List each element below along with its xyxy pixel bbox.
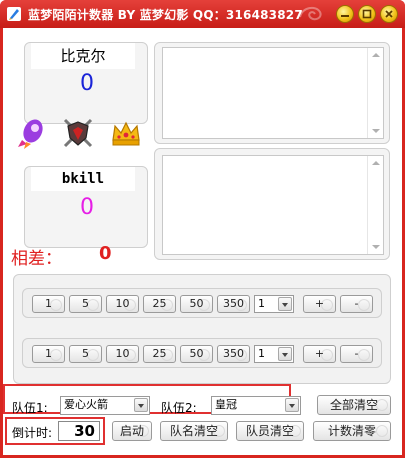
clear-members-button[interactable]: 队员清空: [236, 421, 304, 441]
row1-multiplier-select[interactable]: 1: [254, 295, 294, 313]
team2-score: 0: [80, 195, 94, 220]
rocket-icon[interactable]: [14, 116, 48, 150]
team1-gift-select[interactable]: 爱心火箭: [60, 396, 150, 415]
row1-add-1-button[interactable]: 1: [32, 295, 65, 313]
row2-add-5-button[interactable]: 5: [69, 345, 102, 363]
chevron-down-icon: [278, 347, 292, 361]
team1-score: 0: [80, 71, 94, 96]
shield-swords-icon[interactable]: [61, 116, 95, 150]
app-window: 蓝梦陌陌计数器 BY 蓝梦幻影 QQ：316483827 比克尔 0 bkill…: [0, 0, 405, 458]
clear-all-button[interactable]: 全部清空: [317, 395, 391, 415]
countdown-label: 倒计时:: [12, 426, 53, 440]
row1-add-25-button[interactable]: 25: [143, 295, 176, 313]
row1-minus-button[interactable]: -: [340, 295, 373, 313]
start-button[interactable]: 启动: [112, 421, 152, 441]
close-icon: [385, 10, 393, 18]
row2-plus-button[interactable]: +: [303, 345, 336, 363]
clear-team-names-button[interactable]: 队名清空: [160, 421, 228, 441]
team1-member-list[interactable]: [162, 47, 384, 139]
row2-add-350-button[interactable]: 350: [217, 345, 250, 363]
crown-icon[interactable]: [109, 116, 143, 150]
team2-list-scrollbar[interactable]: [367, 156, 383, 254]
swirl-ornament-icon: [299, 6, 322, 21]
team2-name: bkill: [31, 167, 135, 191]
team1-list-scrollbar[interactable]: [367, 48, 383, 138]
row2-minus-button[interactable]: -: [340, 345, 373, 363]
difference-value: 0: [99, 243, 112, 264]
reset-count-button[interactable]: 计数清零: [313, 421, 391, 441]
row1-add-50-button[interactable]: 50: [180, 295, 213, 313]
team2-gift-select[interactable]: 皇冠: [211, 396, 301, 415]
title-bar[interactable]: 蓝梦陌陌计数器 BY 蓝梦幻影 QQ：316483827: [0, 0, 405, 28]
row1-add-10-button[interactable]: 10: [106, 295, 139, 313]
row2-add-1-button[interactable]: 1: [32, 345, 65, 363]
maximize-icon: [362, 9, 372, 19]
window-title: 蓝梦陌陌计数器 BY 蓝梦幻影 QQ：316483827: [28, 8, 303, 22]
countdown-input[interactable]: 30: [58, 421, 100, 441]
row1-add-5-button[interactable]: 5: [69, 295, 102, 313]
row2-add-25-button[interactable]: 25: [143, 345, 176, 363]
row1-panel: 1 5 10 25 50 350 1 + -: [22, 288, 382, 318]
client-area: 比克尔 0 bkill 0 相差： 0 1 5 10 25 50 350 1 +…: [3, 28, 402, 455]
maximize-button[interactable]: [358, 5, 376, 23]
row2-panel: 1 5 10 25 50 350 1 + -: [22, 338, 382, 368]
team2-member-list[interactable]: [162, 155, 384, 255]
team1-name: 比克尔: [31, 43, 135, 69]
row1-plus-button[interactable]: +: [303, 295, 336, 313]
team2-panel: bkill 0: [24, 166, 148, 248]
close-button[interactable]: [380, 5, 398, 23]
chevron-down-icon: [285, 398, 299, 412]
team1-panel: 比克尔 0: [24, 42, 148, 124]
row1-add-350-button[interactable]: 350: [217, 295, 250, 313]
team2-label: 队伍2:: [161, 401, 197, 415]
team1-label: 队伍1:: [12, 401, 48, 415]
team1-list-frame: [154, 42, 390, 144]
chevron-down-icon: [134, 398, 148, 412]
app-icon: [7, 7, 21, 21]
row2-add-50-button[interactable]: 50: [180, 345, 213, 363]
difference-label: 相差：: [11, 249, 62, 269]
minimize-icon: [341, 15, 349, 17]
chevron-down-icon: [278, 297, 292, 311]
minimize-button[interactable]: [336, 5, 354, 23]
team2-list-frame: [154, 148, 390, 260]
row2-multiplier-select[interactable]: 1: [254, 345, 294, 363]
row2-add-10-button[interactable]: 10: [106, 345, 139, 363]
